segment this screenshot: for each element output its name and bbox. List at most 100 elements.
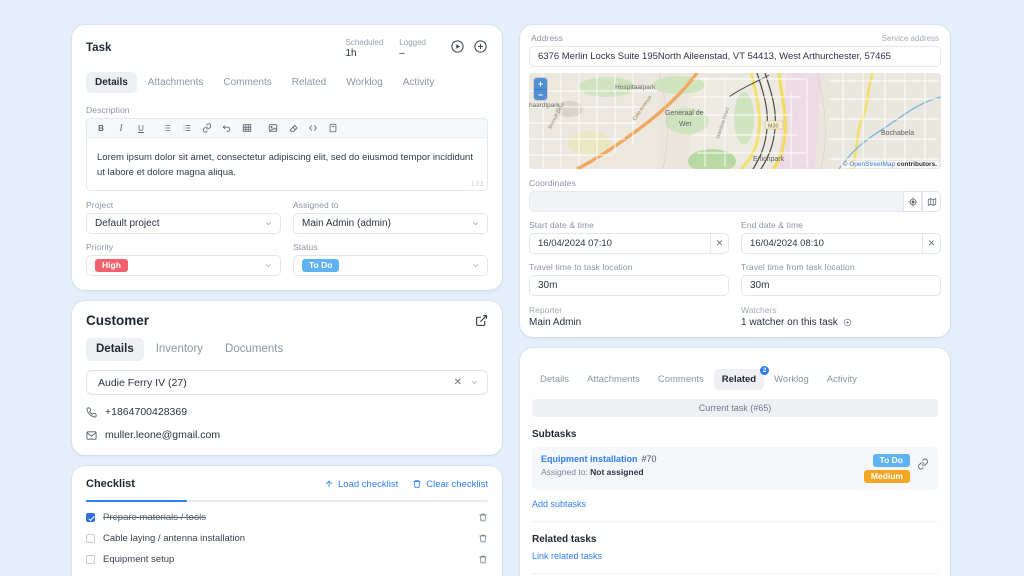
travel-from-input[interactable]: 30m [741,275,941,296]
customer-tabs: Details Inventory Documents [86,338,488,361]
description-label: Description [86,105,130,115]
clear-checklist-button[interactable]: Clear checklist [412,479,488,490]
mail-icon [86,430,97,440]
related-tasks-title: Related tasks [532,534,597,545]
related-tab-details[interactable]: Details [532,369,577,390]
undo-icon[interactable] [217,122,237,135]
status-select[interactable]: To Do [293,255,488,276]
start-date-input[interactable]: 16/04/2024 07:10 [529,233,710,254]
priority-badge: High [95,259,128,272]
metric-scheduled-value: 1h [345,48,357,59]
quote-icon[interactable] [323,122,343,135]
checklist-item: Equipment setup [86,554,488,565]
tab-attachments[interactable]: Attachments [139,72,213,93]
related-tab-attachments[interactable]: Attachments [579,369,648,390]
metric-logged-label: Logged [399,38,426,47]
delete-item-icon[interactable] [478,512,488,523]
code-icon[interactable] [303,122,323,135]
subtask-row[interactable]: Equipment installation #70 Assigned to: N… [532,447,938,490]
clear-customer-icon[interactable]: ✕ [454,377,470,388]
related-tab-comments[interactable]: Comments [650,369,712,390]
end-date-input[interactable]: 16/04/2024 08:10 [741,233,922,254]
open-map-button[interactable] [922,191,941,212]
field-assigned-to: Assigned to Main Admin (admin) [293,200,488,234]
map-zoom-control: + − [534,78,547,100]
tab-details[interactable]: Details [86,72,137,93]
meta-fields: Reporter Main Admin Watchers 1 watcher o… [529,305,941,328]
related-tab-related[interactable]: Related [713,369,765,390]
subtask-link[interactable]: Equipment installation [541,454,638,464]
checklist-title: Checklist [86,478,135,490]
related-tab-worklog[interactable]: Worklog [766,369,817,390]
description-body[interactable]: Lorem ipsum dolor sit amet, consectetur … [87,138,487,190]
customer-email: muller.leone@gmail.com [105,429,221,441]
checklist-item-label: Cable laying / antenna installation [103,533,246,544]
link-icon[interactable] [197,122,217,135]
chevron-down-icon [471,381,478,385]
add-subtasks-button[interactable]: Add subtasks [532,499,938,509]
italic-icon[interactable]: I [111,122,131,135]
locate-button[interactable] [903,191,922,212]
image-icon[interactable] [263,122,283,135]
underline-icon[interactable]: U [131,122,151,135]
resize-handle[interactable]: 123 [471,181,484,188]
coordinates-input[interactable] [529,191,903,212]
map-icon [927,197,936,206]
project-label: Project [86,200,114,210]
tab-activity[interactable]: Activity [394,72,444,93]
tab-worklog[interactable]: Worklog [337,72,392,93]
svg-text:M30: M30 [768,124,779,130]
customer-select[interactable]: Audie Ferry IV (27) ✕ [86,370,488,395]
tab-related[interactable]: Related [283,72,335,93]
project-select[interactable]: Default project [86,213,281,234]
phone-icon [86,407,97,417]
bullet-list-icon[interactable] [177,122,197,135]
bold-icon[interactable]: B [91,122,111,135]
unlink-icon[interactable] [917,458,929,470]
delete-item-icon[interactable] [478,533,488,544]
clear-start-date-button[interactable]: ✕ [710,233,729,254]
assigned-select[interactable]: Main Admin (admin) [293,213,488,234]
load-checklist-button[interactable]: Load checklist [324,479,398,490]
external-link-icon[interactable] [475,314,488,327]
subtask-assigned-prefix: Assigned to: [541,467,588,477]
customer-tab-inventory[interactable]: Inventory [146,338,213,361]
subtasks-title: Subtasks [532,429,577,440]
metric-logged: Logged – [399,37,426,60]
customer-tab-documents[interactable]: Documents [215,338,293,361]
address-input[interactable]: 6376 Merlin Locks Suite 195North Aileens… [529,46,941,67]
map-zoom-out-button[interactable]: − [534,89,547,100]
map-canvas: Hospitaalpark haardtpark Generaal de Wet… [529,73,941,169]
watchers-row: 1 watcher on this task [741,317,941,328]
plus-circle-icon[interactable] [473,39,488,54]
add-watcher-icon[interactable] [843,318,852,327]
priority-select[interactable]: High [86,255,281,276]
map-view[interactable]: Hospitaalpark haardtpark Generaal de Wet… [529,73,941,169]
assigned-label: Assigned to [293,200,339,210]
svg-text:Wet: Wet [679,121,691,128]
checklist-checkbox[interactable] [86,534,95,543]
ordered-list-icon[interactable] [157,122,177,135]
openstreetmap-link[interactable]: OpenStreetMap [849,161,895,168]
delete-item-icon[interactable] [478,554,488,565]
checklist-checkbox[interactable] [86,513,95,522]
map-attribution: © OpenStreetMap contributors. [840,161,939,168]
svg-text:Generaal de: Generaal de [665,110,704,117]
checklist-checkbox[interactable] [86,555,95,564]
clear-end-date-button[interactable]: ✕ [922,233,941,254]
map-zoom-in-button[interactable]: + [534,78,547,89]
crosshair-icon [907,196,918,207]
tab-comments[interactable]: Comments [214,72,280,93]
clear-checklist-label: Clear checklist [426,478,488,490]
link-related-tasks-button[interactable]: Link related tasks [532,551,938,561]
end-date-label: End date & time [741,220,803,230]
customer-tab-details[interactable]: Details [86,338,144,361]
related-tab-activity[interactable]: Activity [819,369,865,390]
reporter-value: Main Admin [529,317,582,328]
table-icon[interactable] [237,122,257,135]
travel-to-input[interactable]: 30m [529,275,729,296]
field-travel-from: Travel time from task location 30m [741,262,941,296]
play-circle-icon[interactable] [450,39,465,54]
field-status: Status To Do [293,242,488,276]
eraser-icon[interactable] [283,122,303,135]
